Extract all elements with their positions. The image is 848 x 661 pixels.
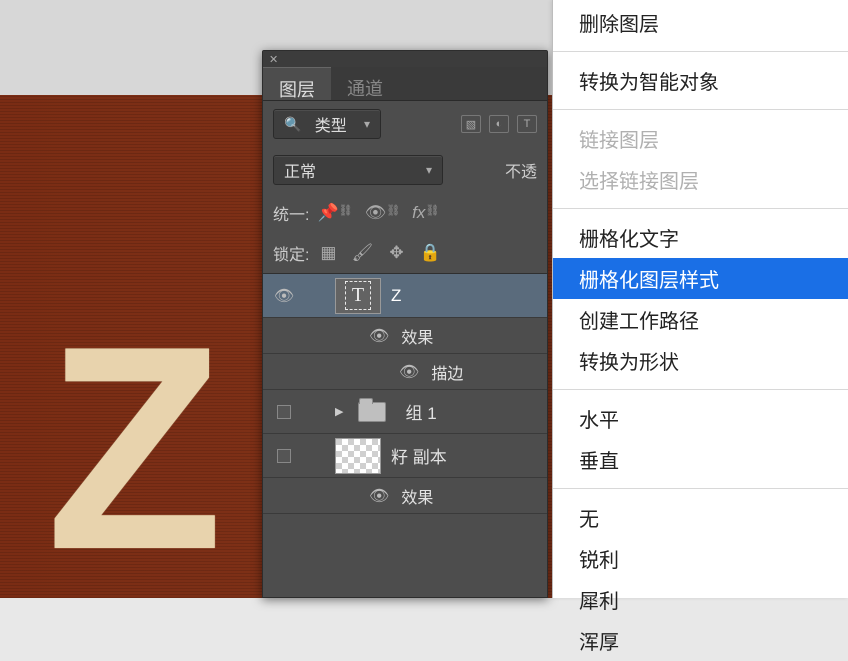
search-icon: 🔍: [284, 116, 301, 133]
blend-mode-select[interactable]: 正常 ▾: [273, 155, 443, 185]
layer-row-effects[interactable]: 👁 效果: [263, 478, 547, 514]
layers-panel: ✕ 图层 通道 🔍 类型 ▾ ▧ ◐ T 正常 ▾ 不透 统一: 📌⛓ 👁⛓ f…: [262, 50, 548, 598]
menu-item[interactable]: 锐利: [553, 538, 848, 579]
canvas-text-z: Z: [46, 333, 230, 577]
menu-item[interactable]: 创建工作路径: [553, 299, 848, 340]
chevron-down-icon: ▾: [364, 117, 370, 131]
layer-name: 描边: [431, 360, 463, 384]
layer-name: 籽 副本: [391, 443, 447, 468]
layer-thumb-raster[interactable]: [335, 438, 381, 474]
menu-item: 选择链接图层: [553, 159, 848, 200]
layers-list: 👁 T Z 👁 效果 👁 描边 ▶ 组 1: [263, 273, 547, 514]
visibility-eye-icon[interactable]: 👁: [399, 362, 419, 382]
menu-item[interactable]: 犀利: [553, 579, 848, 620]
layer-name: 效果: [401, 324, 433, 348]
menu-item[interactable]: 栅格化文字: [553, 217, 848, 258]
menu-item[interactable]: 转换为智能对象: [553, 60, 848, 101]
lock-position-icon[interactable]: ✥: [385, 243, 407, 263]
menu-item[interactable]: 浑厚: [553, 620, 848, 661]
filter-adjust-icon[interactable]: ◐: [489, 115, 509, 133]
lock-transparency-icon[interactable]: ▦: [317, 243, 339, 263]
lock-paint-icon[interactable]: 🖌: [351, 243, 373, 263]
chevron-down-icon: ▾: [426, 163, 432, 177]
layer-thumb-folder[interactable]: [349, 394, 395, 430]
menu-item[interactable]: 删除图层: [553, 2, 848, 43]
blend-row: 正常 ▾ 不透: [263, 147, 547, 193]
panel-topbar: ✕: [263, 51, 547, 67]
unify-visibility-icon[interactable]: 👁⛓: [365, 203, 401, 223]
unify-position-icon[interactable]: 📌⛓: [317, 203, 352, 223]
visibility-eye-icon[interactable]: 👁: [274, 286, 294, 306]
visibility-checkbox[interactable]: [277, 405, 291, 419]
menu-item[interactable]: 垂直: [553, 439, 848, 480]
panel-tabs: 图层 通道: [263, 67, 547, 101]
visibility-eye-icon[interactable]: 👁: [369, 326, 389, 346]
layer-row-effects[interactable]: 👁 效果: [263, 318, 547, 354]
menu-item[interactable]: 无: [553, 497, 848, 538]
menu-item[interactable]: 栅格化图层样式: [553, 258, 848, 299]
lock-row: 锁定: ▦ 🖌 ✥ 🔒: [263, 233, 547, 273]
filter-type-select[interactable]: 🔍 类型 ▾: [273, 109, 381, 139]
layer-name: 组 1: [405, 399, 436, 424]
filter-pixel-icon[interactable]: ▧: [461, 115, 481, 133]
menu-item[interactable]: 转换为形状: [553, 340, 848, 381]
unify-row: 统一: 📌⛓ 👁⛓ fx⛓: [263, 193, 547, 233]
layer-name: 效果: [401, 484, 433, 508]
menu-separator: [553, 389, 848, 390]
layer-thumb-text[interactable]: T: [335, 278, 381, 314]
unify-label: 统一:: [273, 201, 309, 225]
menu-separator: [553, 109, 848, 110]
unify-style-icon[interactable]: fx⛓: [412, 203, 439, 223]
disclosure-triangle-icon[interactable]: ▶: [335, 405, 343, 418]
opacity-label: 不透: [505, 158, 537, 182]
visibility-eye-icon[interactable]: 👁: [369, 486, 389, 506]
layer-row-effect[interactable]: 👁 描边: [263, 354, 547, 390]
layer-row-text[interactable]: 👁 T Z: [263, 274, 547, 318]
close-icon[interactable]: ✕: [269, 53, 278, 66]
lock-all-icon[interactable]: 🔒: [419, 243, 441, 263]
filter-type-icon[interactable]: T: [517, 115, 537, 133]
layer-name: Z: [391, 286, 401, 306]
filter-mode-icons: ▧ ◐ T: [461, 115, 537, 133]
context-menu: 删除图层转换为智能对象链接图层选择链接图层栅格化文字栅格化图层样式创建工作路径转…: [552, 0, 848, 598]
tab-channels[interactable]: 通道: [331, 67, 399, 100]
layer-row-group[interactable]: ▶ 组 1: [263, 390, 547, 434]
menu-item: 链接图层: [553, 118, 848, 159]
menu-separator: [553, 51, 848, 52]
layer-filter-row: 🔍 类型 ▾ ▧ ◐ T: [263, 101, 547, 147]
tab-layers[interactable]: 图层: [263, 67, 331, 100]
lock-label: 锁定:: [273, 241, 309, 265]
blend-mode-value: 正常: [284, 158, 316, 182]
folder-icon: [358, 402, 386, 422]
layer-row-raster[interactable]: 籽 副本: [263, 434, 547, 478]
menu-separator: [553, 208, 848, 209]
menu-separator: [553, 488, 848, 489]
visibility-checkbox[interactable]: [277, 449, 291, 463]
menu-item[interactable]: 水平: [553, 398, 848, 439]
filter-type-label: 类型: [315, 112, 347, 136]
